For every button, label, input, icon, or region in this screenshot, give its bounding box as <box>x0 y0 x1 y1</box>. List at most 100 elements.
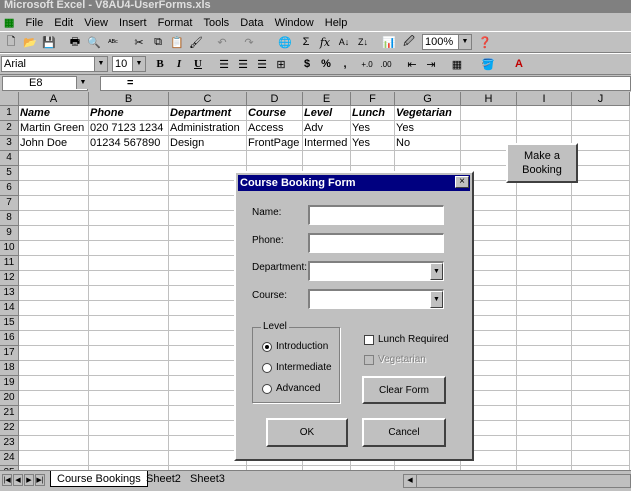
formula-input[interactable]: = <box>100 76 631 91</box>
grid-cell[interactable] <box>89 196 169 211</box>
font-size-select[interactable]: 10 ▼ <box>112 56 146 72</box>
percent-button[interactable]: % <box>317 56 335 72</box>
bold-button[interactable]: B <box>151 56 169 72</box>
row-header[interactable]: 7 <box>0 196 19 211</box>
decrease-indent-icon[interactable]: ⇤ <box>403 56 421 72</box>
data-cell[interactable]: 020 7123 1234 <box>89 121 169 136</box>
decrease-decimal-icon[interactable]: .00 <box>377 56 395 72</box>
grid-cell[interactable] <box>572 241 630 256</box>
level-introduction-radio[interactable] <box>262 342 272 352</box>
grid-cell[interactable] <box>19 256 89 271</box>
data-cell[interactable]: Intermed <box>303 136 351 151</box>
grid-cell[interactable] <box>572 301 630 316</box>
chevron-down-icon[interactable]: ▼ <box>458 35 471 49</box>
grid-cell[interactable] <box>572 451 630 466</box>
grid-cell[interactable] <box>19 271 89 286</box>
function-icon[interactable]: fx <box>316 34 334 50</box>
sort-descending-icon[interactable]: Z↓ <box>354 34 372 50</box>
grid-cell[interactable] <box>351 151 395 166</box>
grid-cell[interactable] <box>19 376 89 391</box>
header-cell[interactable]: Course <box>247 106 303 121</box>
grid-cell[interactable] <box>517 391 572 406</box>
header-cell[interactable]: Lunch <box>351 106 395 121</box>
first-sheet-icon[interactable]: |◀ <box>2 474 12 486</box>
undo-icon[interactable]: ↶ <box>213 34 231 50</box>
grid-cell[interactable] <box>572 181 630 196</box>
row-header[interactable]: 12 <box>0 271 19 286</box>
grid-cell[interactable] <box>461 121 517 136</box>
hyperlink-icon[interactable]: 🌐 <box>276 34 294 50</box>
paste-icon[interactable]: 📋 <box>168 34 186 50</box>
grid-cell[interactable] <box>572 106 630 121</box>
excel-doc-icon[interactable]: ▦ <box>0 13 18 29</box>
data-cell[interactable]: Yes <box>351 121 395 136</box>
grid-cell[interactable] <box>19 316 89 331</box>
grid-cell[interactable] <box>572 421 630 436</box>
menu-tools[interactable]: Tools <box>200 14 234 29</box>
grid-cell[interactable] <box>89 271 169 286</box>
column-header[interactable]: J <box>572 92 630 106</box>
grid-cell[interactable] <box>517 256 572 271</box>
row-header[interactable]: 16 <box>0 331 19 346</box>
last-sheet-icon[interactable]: ▶| <box>35 474 45 486</box>
menu-data[interactable]: Data <box>236 14 267 29</box>
borders-icon[interactable]: ▦ <box>448 56 466 72</box>
data-cell[interactable]: FrontPage <box>247 136 303 151</box>
grid-cell[interactable] <box>19 211 89 226</box>
grid-cell[interactable] <box>19 406 89 421</box>
row-header[interactable]: 3 <box>0 136 19 151</box>
grid-cell[interactable] <box>517 271 572 286</box>
row-header[interactable]: 20 <box>0 391 19 406</box>
grid-cell[interactable] <box>572 331 630 346</box>
menu-insert[interactable]: Insert <box>115 14 151 29</box>
lunch-required-checkbox[interactable] <box>364 335 374 345</box>
chevron-down-icon[interactable]: ▼ <box>430 291 443 308</box>
row-header[interactable]: 10 <box>0 241 19 256</box>
grid-cell[interactable] <box>89 166 169 181</box>
grid-cell[interactable] <box>89 181 169 196</box>
grid-cell[interactable] <box>89 241 169 256</box>
drawing-icon[interactable]: 🖉 <box>400 34 418 50</box>
row-header[interactable]: 21 <box>0 406 19 421</box>
grid-cell[interactable] <box>461 106 517 121</box>
grid-cell[interactable] <box>517 376 572 391</box>
redo-icon[interactable]: ↷ <box>240 34 258 50</box>
header-cell[interactable]: Vegetarian <box>395 106 461 121</box>
grid-cell[interactable] <box>89 301 169 316</box>
grid-cell[interactable] <box>89 226 169 241</box>
grid-cell[interactable] <box>517 241 572 256</box>
level-intermediate-radio[interactable] <box>262 363 272 373</box>
clear-form-button[interactable]: Clear Form <box>362 376 446 404</box>
course-select[interactable]: ▼ <box>308 289 444 309</box>
column-header[interactable]: E <box>303 92 351 106</box>
grid-cell[interactable] <box>517 181 572 196</box>
data-cell[interactable]: Design <box>169 136 247 151</box>
ok-button[interactable]: OK <box>266 418 348 447</box>
next-sheet-icon[interactable]: ▶ <box>24 474 34 486</box>
column-header[interactable]: B <box>89 92 169 106</box>
menu-edit[interactable]: Edit <box>50 14 77 29</box>
grid-cell[interactable] <box>517 451 572 466</box>
phone-field[interactable] <box>308 233 444 253</box>
chevron-down-icon[interactable]: ▼ <box>76 76 89 89</box>
grid-cell[interactable] <box>89 391 169 406</box>
row-header[interactable]: 9 <box>0 226 19 241</box>
sheet-tab-sheet2[interactable]: Sheet2 <box>140 471 187 487</box>
select-all-corner[interactable] <box>0 92 19 106</box>
comma-button[interactable]: , <box>336 56 354 72</box>
grid-cell[interactable] <box>19 151 89 166</box>
grid-cell[interactable] <box>89 331 169 346</box>
new-file-icon[interactable]: 🗋 <box>2 34 20 50</box>
font-select[interactable]: Arial ▼ <box>1 56 108 72</box>
grid-cell[interactable] <box>572 151 630 166</box>
grid-cell[interactable] <box>89 436 169 451</box>
row-header[interactable]: 24 <box>0 451 19 466</box>
menu-help[interactable]: Help <box>321 14 352 29</box>
grid-cell[interactable] <box>517 106 572 121</box>
align-right-icon[interactable]: ☰ <box>253 56 271 72</box>
make-booking-button[interactable]: Make a Booking <box>506 143 578 183</box>
column-header[interactable]: A <box>19 92 89 106</box>
chevron-down-icon[interactable]: ▼ <box>430 263 443 280</box>
increase-decimal-icon[interactable]: +.0 <box>358 56 376 72</box>
grid-cell[interactable] <box>572 256 630 271</box>
